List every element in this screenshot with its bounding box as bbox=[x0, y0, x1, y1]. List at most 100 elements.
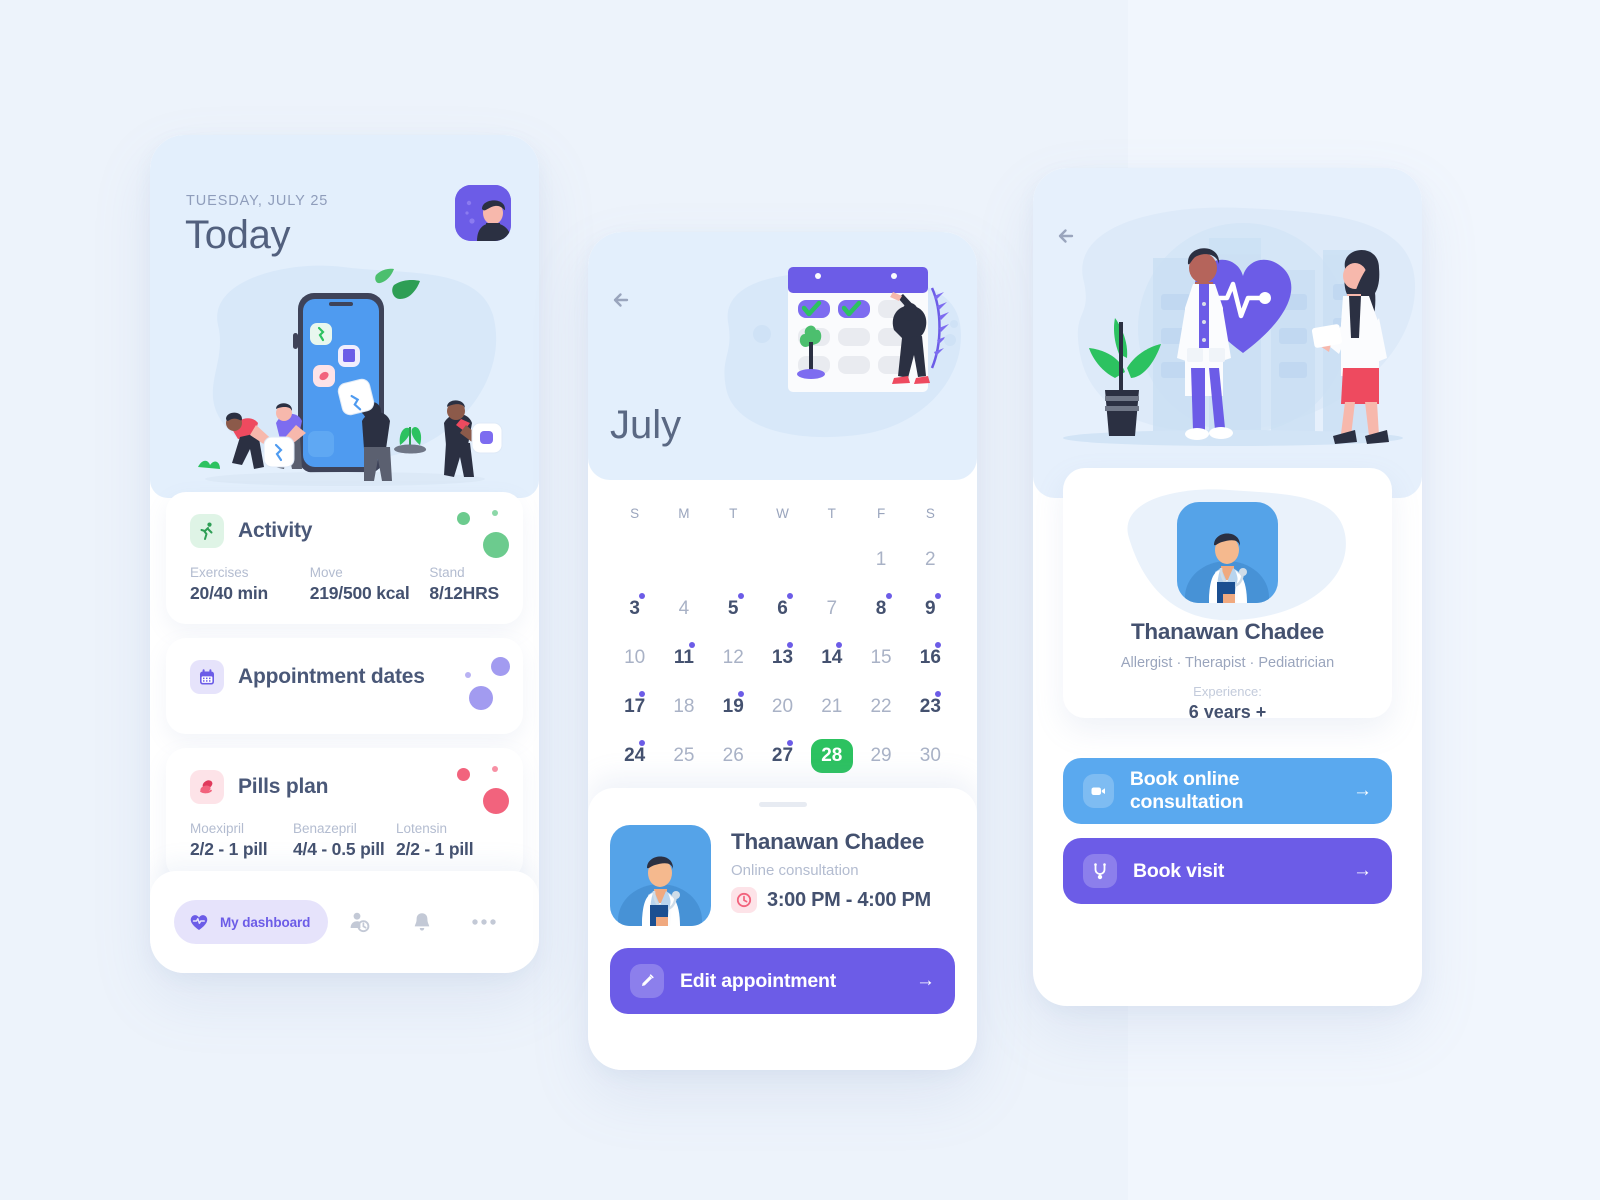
appointment-dot bbox=[688, 642, 695, 648]
calendar-day-2[interactable]: 2 bbox=[906, 535, 955, 584]
calendar-day-9[interactable]: 9 bbox=[906, 584, 955, 633]
pills-stats: Moexipril 2/2 - 1 pill Benazepril 4/4 - … bbox=[190, 821, 499, 860]
calendar-day-number: 2 bbox=[925, 548, 936, 570]
stat-exercises: Exercises 20/40 min bbox=[190, 565, 310, 604]
calendar-day-16[interactable]: 16 bbox=[906, 633, 955, 682]
more-icon bbox=[471, 918, 497, 926]
book-online-consultation-button[interactable]: Book online consultation → bbox=[1063, 758, 1392, 824]
doctor-actions: Book online consultation → Book visit → bbox=[1063, 758, 1392, 918]
appointment-doctor-name: Thanawan Chadee bbox=[731, 829, 925, 854]
calendar-day-3[interactable]: 3 bbox=[610, 584, 659, 633]
calendar-day-22[interactable]: 22 bbox=[856, 682, 905, 731]
calendar-day-25[interactable]: 25 bbox=[659, 731, 708, 780]
appointment-details: Thanawan Chadee Online consultation 3:00… bbox=[731, 825, 931, 913]
activity-dots bbox=[415, 504, 511, 566]
appointment-dot bbox=[787, 593, 794, 599]
calendar-day-8[interactable]: 8 bbox=[856, 584, 905, 633]
appointment-time: 3:00 PM - 4:00 PM bbox=[767, 888, 931, 911]
calendar-day-24[interactable]: 24 bbox=[610, 731, 659, 780]
calendar-day-30[interactable]: 30 bbox=[906, 731, 955, 780]
calendar-day-5[interactable]: 5 bbox=[709, 584, 758, 633]
calendar-day-number: 6 bbox=[777, 597, 788, 619]
calendar-day-number: 10 bbox=[624, 646, 646, 668]
calendar-day-number: 27 bbox=[771, 744, 794, 766]
back-arrow-icon[interactable] bbox=[606, 284, 638, 316]
calendar-day-20[interactable]: 20 bbox=[758, 682, 807, 731]
doctors-illustration bbox=[1063, 207, 1416, 446]
calendar-day-4[interactable]: 4 bbox=[659, 584, 708, 633]
pills-dots bbox=[415, 760, 511, 822]
appointment-sheet: Thanawan Chadee Online consultation 3:00… bbox=[588, 788, 977, 1070]
calendar-day-17[interactable]: 17 bbox=[610, 682, 659, 731]
card-title: Activity bbox=[238, 519, 313, 542]
button-label: Edit appointment bbox=[680, 969, 837, 992]
appointment-dot bbox=[639, 593, 646, 599]
calendar-day-26[interactable]: 26 bbox=[709, 731, 758, 780]
calendar-day-10[interactable]: 10 bbox=[610, 633, 659, 682]
nav-item-patient-history[interactable] bbox=[328, 910, 390, 934]
calendar-day-number: 26 bbox=[722, 744, 744, 766]
nav-item-my-dashboard[interactable]: My dashboard bbox=[174, 900, 329, 944]
calendar-day-14[interactable]: 14 bbox=[807, 633, 856, 682]
calendar-day-number: 25 bbox=[673, 744, 695, 766]
phone-screen-calendar: July S M T W T F S 1 2 3 4 5 6 7 8 9 10 … bbox=[588, 232, 977, 1070]
calendar-day-21[interactable]: 21 bbox=[807, 682, 856, 731]
arrow-right-icon: → bbox=[916, 970, 935, 991]
bottom-navigation: My dashboard bbox=[150, 871, 539, 973]
clock-icon bbox=[731, 887, 757, 913]
calendar-day-11[interactable]: 11 bbox=[659, 633, 708, 682]
calendar-day-number: 9 bbox=[925, 597, 936, 619]
sheet-grabber[interactable] bbox=[758, 802, 807, 807]
calendar-day-7[interactable]: 7 bbox=[807, 584, 856, 633]
stat-move: Move 219/500 kcal bbox=[310, 565, 430, 604]
edit-appointment-button[interactable]: Edit appointment → bbox=[610, 948, 955, 1014]
appointment-dot bbox=[934, 593, 941, 599]
calendar-day-6[interactable]: 6 bbox=[758, 584, 807, 633]
calendar-day-number: 23 bbox=[919, 695, 941, 717]
nav-item-label: My dashboard bbox=[220, 914, 311, 930]
calendar-day-23[interactable]: 23 bbox=[906, 682, 955, 731]
stat-stand: Stand 8/12HRS bbox=[429, 565, 499, 604]
nav-item-more[interactable] bbox=[453, 918, 515, 926]
card-title: Pills plan bbox=[238, 775, 329, 798]
calendar-hero: July bbox=[588, 232, 977, 480]
doctor-avatar-image bbox=[1177, 502, 1278, 603]
calendar-day-27[interactable]: 27 bbox=[758, 731, 807, 780]
calendar-day-29[interactable]: 29 bbox=[856, 731, 905, 780]
book-visit-button[interactable]: Book visit → bbox=[1063, 838, 1392, 904]
pencil-icon bbox=[630, 964, 664, 998]
weekday-header: T bbox=[729, 506, 738, 521]
app-mockup-stage: TUESDAY, JULY 25 Today Activity Exercise… bbox=[0, 0, 1600, 1200]
nav-item-notifications[interactable] bbox=[391, 910, 453, 934]
calendar-day-1[interactable]: 1 bbox=[856, 535, 905, 584]
appointment-dot bbox=[737, 691, 744, 697]
calendar-day-28[interactable]: 28 bbox=[807, 731, 856, 780]
stat-value: 8/12HRS bbox=[429, 583, 500, 603]
calendar-day-number: 13 bbox=[771, 646, 794, 668]
card-activity[interactable]: Activity Exercises 20/40 min Move 219/50… bbox=[166, 492, 523, 624]
stat-label: Move bbox=[309, 565, 343, 580]
calendar-cell-empty bbox=[758, 535, 807, 584]
card-pills-plan[interactable]: Pills plan Moexipril 2/2 - 1 pill Benaze… bbox=[166, 748, 523, 880]
user-avatar[interactable] bbox=[455, 185, 511, 241]
calendar-day-number: 24 bbox=[624, 744, 646, 766]
doctor-specialties: Allergist · Therapist · Pediatrician bbox=[1120, 655, 1335, 671]
calendar-day-18[interactable]: 18 bbox=[659, 682, 708, 731]
calendar-day-15[interactable]: 15 bbox=[856, 633, 905, 682]
today-illustration bbox=[198, 268, 503, 486]
calendar-cell-empty bbox=[709, 535, 758, 584]
card-appointment-dates[interactable]: Appointment dates bbox=[166, 638, 523, 734]
calendar-day-number: 18 bbox=[673, 695, 695, 717]
calendar-day-number: 4 bbox=[678, 597, 690, 619]
calendar-day-12[interactable]: 12 bbox=[709, 633, 758, 682]
stat-benazepril: Benazepril 4/4 - 0.5 pill bbox=[293, 821, 396, 860]
calendar-day-13[interactable]: 13 bbox=[758, 633, 807, 682]
calendar-day-number: 17 bbox=[624, 695, 646, 717]
stat-label: Stand bbox=[429, 565, 465, 580]
doctor-hero bbox=[1033, 168, 1422, 498]
calendar-day-19[interactable]: 19 bbox=[709, 682, 758, 731]
running-icon bbox=[190, 514, 224, 548]
calendar-day-number: 11 bbox=[673, 646, 694, 668]
activity-stats: Exercises 20/40 min Move 219/500 kcal St… bbox=[190, 565, 499, 604]
calendar-day-number: 7 bbox=[826, 597, 838, 619]
